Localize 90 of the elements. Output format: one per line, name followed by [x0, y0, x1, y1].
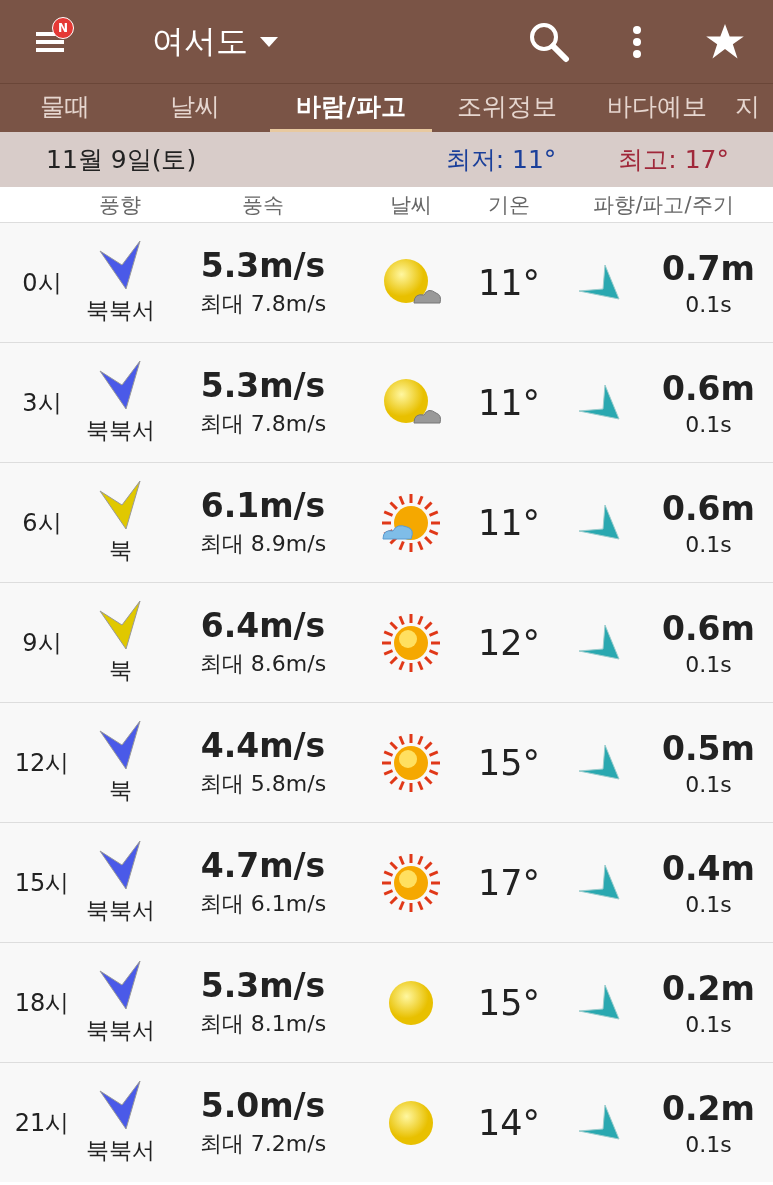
wave-period: 0.1s [685, 891, 732, 917]
wave-height: 0.6m [662, 368, 755, 408]
temperature: 15° [476, 982, 541, 1023]
max-wind-speed: 최대 7.2m/s [199, 1130, 327, 1158]
sun-icon [381, 612, 441, 673]
wave-arrow-icon [577, 502, 621, 543]
wind-speed: 5.3m/s [200, 246, 326, 285]
wave-arrow-icon [577, 262, 621, 303]
temperature: 12° [476, 622, 541, 663]
tab[interactable]: 바다예보 [582, 84, 732, 132]
temperature: 11° [476, 502, 541, 543]
caret-icon [260, 36, 278, 47]
max-wind-speed: 최대 8.9m/s [199, 530, 327, 558]
wind-direction: 북북서 [85, 296, 155, 325]
time-label: 21시 [13, 1107, 71, 1139]
wind-speed: 6.4m/s [200, 606, 326, 645]
wind-direction: 북 [108, 776, 132, 805]
high-temperature: 최고: 17° [618, 144, 729, 176]
column-header: 풍속 [241, 191, 285, 219]
time-label: 0시 [21, 267, 63, 299]
wind-direction: 북북서 [85, 1136, 155, 1165]
wind-speed: 4.7m/s [200, 846, 326, 885]
notification-badge: N [52, 16, 74, 39]
max-wind-speed: 최대 7.8m/s [199, 410, 327, 438]
wave-arrow-icon [577, 742, 621, 783]
column-header: 날씨 [389, 191, 433, 219]
location-dropdown[interactable]: 여서도 [152, 19, 483, 64]
tab[interactable]: 조위정보 [432, 84, 582, 132]
sun-icon [387, 1098, 435, 1147]
wave-period: 0.1s [685, 651, 732, 677]
wind-speed: 4.4m/s [200, 726, 326, 765]
wind-speed: 6.1m/s [200, 486, 326, 525]
wave-arrow-icon [577, 982, 621, 1023]
wave-height: 0.6m [662, 488, 755, 528]
sun-icon [387, 978, 435, 1027]
max-wind-speed: 최대 6.1m/s [199, 890, 327, 918]
wave-period: 0.1s [685, 531, 732, 557]
wind-direction: 북북서 [85, 416, 155, 445]
tab[interactable]: 날씨 [120, 84, 270, 132]
time-label: 15시 [13, 867, 71, 899]
sun-icon [381, 852, 441, 913]
low-temperature: 최저: 11° [445, 144, 557, 176]
column-header: 파향/파고/주기 [592, 191, 735, 219]
wind-direction: 북북서 [85, 1016, 155, 1045]
sun-icon [381, 732, 441, 793]
max-wind-speed: 최대 8.1m/s [199, 1010, 327, 1038]
temperature: 15° [476, 742, 541, 783]
wind-speed: 5.3m/s [200, 966, 326, 1005]
max-wind-speed: 최대 5.8m/s [199, 770, 327, 798]
more-icon [632, 24, 642, 59]
time-label: 18시 [13, 987, 71, 1019]
column-header: 풍향 [98, 191, 142, 219]
wave-period: 0.1s [685, 411, 732, 437]
tab[interactable]: 지 [732, 84, 762, 132]
wave-arrow-icon [577, 382, 621, 423]
time-label: 3시 [21, 387, 63, 419]
max-wind-speed: 최대 7.8m/s [199, 290, 327, 318]
time-label: 6시 [21, 507, 63, 539]
wave-arrow-icon [577, 1102, 621, 1143]
wave-arrow-icon [577, 862, 621, 903]
star-icon [706, 23, 744, 60]
temperature: 14° [476, 1102, 541, 1143]
wind-direction: 북 [108, 656, 132, 685]
wave-height: 0.6m [662, 608, 755, 648]
wave-height: 0.4m [662, 848, 755, 888]
wave-height: 0.2m [662, 968, 755, 1008]
sun-cloud-icon [381, 492, 441, 553]
wave-period: 0.1s [685, 291, 732, 317]
time-label: 9시 [21, 627, 63, 659]
time-label: 12시 [13, 747, 71, 779]
wave-period: 0.1s [685, 1011, 732, 1037]
wind-direction: 북북서 [85, 896, 155, 925]
wave-arrow-icon [577, 622, 621, 663]
wind-speed: 5.0m/s [200, 1086, 326, 1125]
menu-button[interactable]: N [36, 16, 74, 57]
wave-height: 0.5m [662, 728, 755, 768]
wave-period: 0.1s [685, 771, 732, 797]
temperature: 11° [476, 262, 541, 303]
date-label: 11월 9일(토) [46, 144, 198, 176]
wave-height: 0.7m [662, 248, 755, 288]
tab[interactable]: 물때 [10, 84, 120, 132]
temperature: 11° [476, 382, 541, 423]
wave-height: 0.2m [662, 1088, 755, 1128]
wind-direction: 북 [108, 536, 132, 565]
wind-speed: 5.3m/s [200, 366, 326, 405]
max-wind-speed: 최대 8.6m/s [199, 650, 327, 678]
wave-period: 0.1s [685, 1131, 732, 1157]
temperature: 17° [476, 862, 541, 903]
search-icon [528, 20, 570, 63]
column-header: 기온 [487, 191, 531, 219]
